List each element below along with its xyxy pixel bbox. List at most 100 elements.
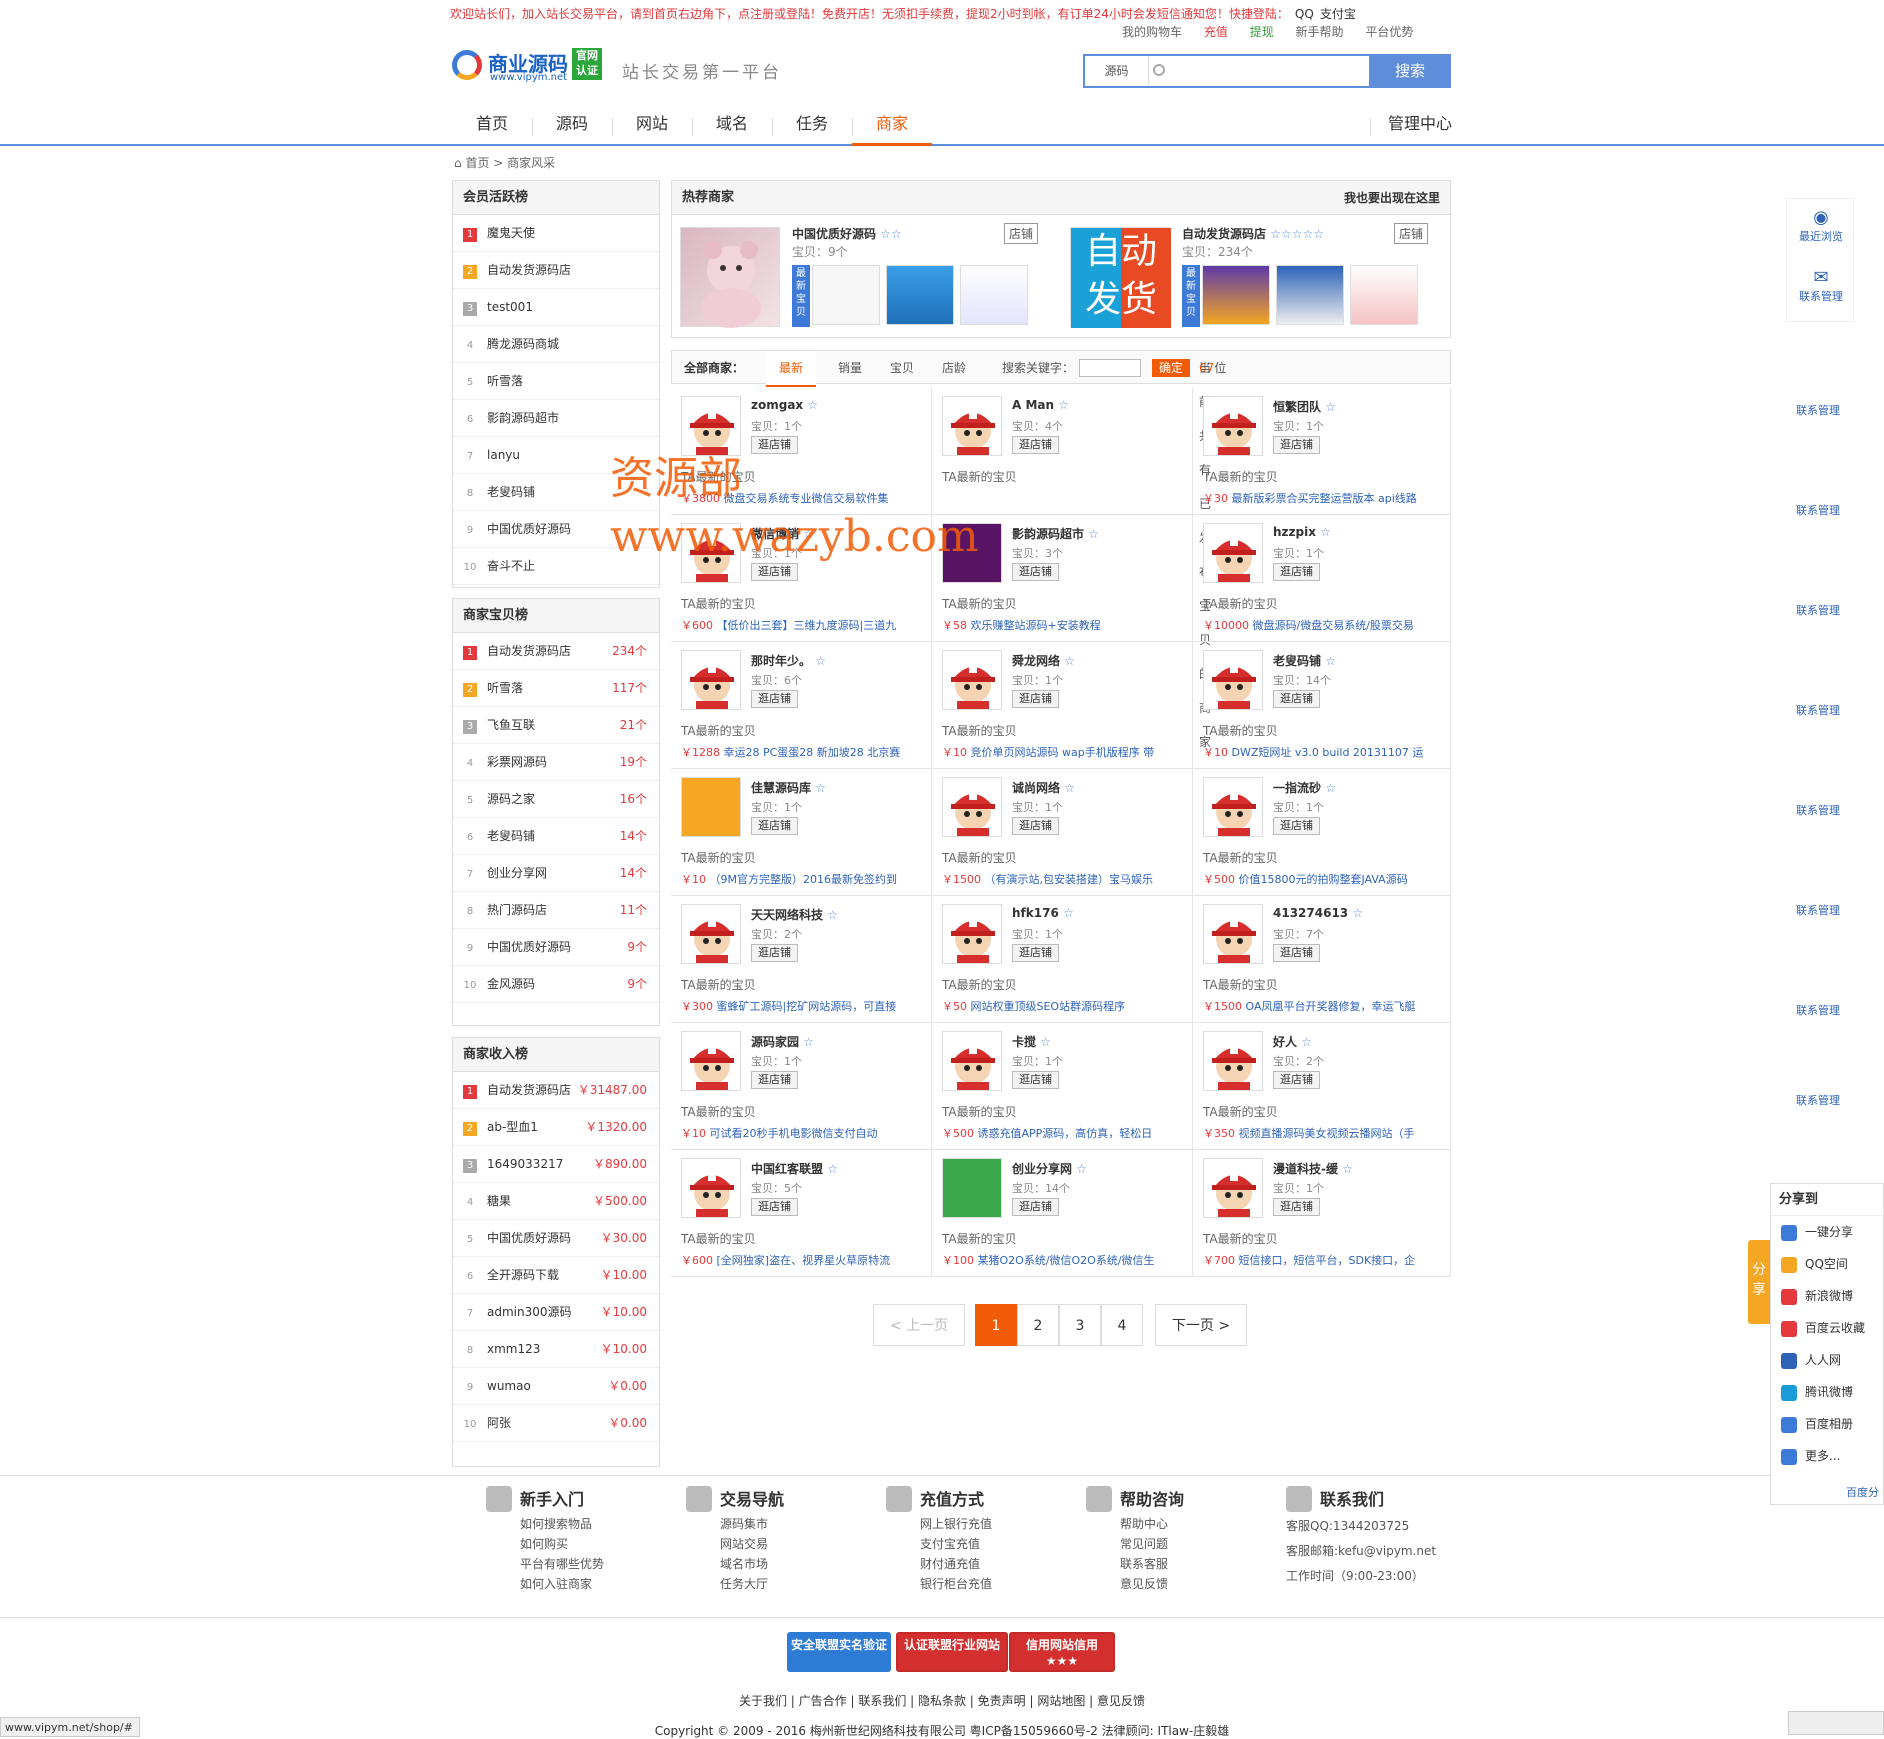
rank-name[interactable]: lanyu — [487, 448, 520, 462]
avatar[interactable] — [681, 650, 741, 710]
avatar[interactable] — [942, 904, 1002, 964]
credit-badge[interactable]: 信用网站信用★★★ — [1009, 1632, 1115, 1672]
latest-product-link[interactable]: ￥700 短信接口，短信平台，SDK接口，企 — [1203, 1252, 1448, 1268]
merchant-name[interactable]: 好人 ☆ — [1273, 1033, 1312, 1050]
avatar[interactable] — [1203, 396, 1263, 456]
visit-shop-button[interactable]: 逛店铺 — [751, 436, 798, 454]
merchant-name[interactable]: 微信博销 ☆ — [751, 525, 814, 542]
next-page-button[interactable]: 下一页 > — [1155, 1304, 1247, 1346]
merchant-name[interactable]: 源码家园 ☆ — [751, 1033, 814, 1050]
sort-age[interactable]: 店龄 — [934, 351, 974, 385]
security-badge[interactable]: 安全联盟实名验证 — [787, 1632, 891, 1672]
latest-product-link[interactable]: ￥100 某猪O2O系统/微信O2O系统/微信生 — [942, 1252, 1187, 1268]
share-item[interactable]: QQ空间 — [1771, 1248, 1883, 1280]
avatar[interactable] — [1203, 650, 1263, 710]
avatar[interactable] — [942, 396, 1002, 456]
visit-shop-button[interactable]: 逛店铺 — [1273, 1198, 1320, 1216]
merchant-name[interactable]: 创业分享网 ☆ — [1012, 1160, 1087, 1177]
visit-shop-button[interactable]: 逛店铺 — [1273, 1071, 1320, 1089]
keyword-input[interactable] — [1079, 359, 1141, 377]
contact-admin-link[interactable]: 联系管理 — [1796, 402, 1840, 418]
latest-product-link[interactable]: ￥3800 微盘交易系统专业微信交易软件集 — [681, 490, 926, 506]
sort-sales[interactable]: 销量 — [830, 351, 870, 385]
cert-alliance-badge[interactable]: 认证联盟行业网站 — [896, 1632, 1008, 1672]
nav-merchant[interactable]: 商家 — [852, 108, 932, 146]
latest-product-link[interactable]: ￥500 诱惑充值APP源码，高仿真，轻松日 — [942, 1125, 1187, 1141]
latest-product-link[interactable]: ￥1288 幸运28 PC蛋蛋28 新加坡28 北京赛 — [681, 744, 926, 760]
share-item[interactable]: 人人网 — [1771, 1344, 1883, 1376]
visit-shop-button[interactable]: 逛店铺 — [1012, 944, 1059, 962]
visit-shop-button[interactable]: 逛店铺 — [751, 817, 798, 835]
avatar[interactable] — [942, 777, 1002, 837]
visit-shop-button[interactable]: 逛店铺 — [1012, 1198, 1059, 1216]
crumb-home[interactable]: 首页 — [465, 156, 489, 170]
contact-admin-link[interactable]: 联系管理 — [1796, 602, 1840, 618]
rank-name[interactable]: 腾龙源码商城 — [487, 337, 559, 351]
footer-link[interactable]: 网上银行充值 — [886, 1514, 992, 1534]
latest-product-link[interactable]: ￥50 网站权重顶级SEO站群源码程序 — [942, 998, 1187, 1014]
avatar[interactable] — [1203, 904, 1263, 964]
rank-row[interactable]: 9 中国优质好源码 — [453, 511, 659, 548]
ime-toolbar[interactable] — [1788, 1711, 1884, 1735]
recent-view-button[interactable]: ◉ 最近浏览 — [1787, 207, 1855, 244]
rank-name[interactable]: 热门源码店 — [487, 903, 547, 917]
confirm-button[interactable]: 确定 — [1152, 359, 1190, 377]
product-thumb[interactable] — [960, 265, 1028, 325]
rank-name[interactable]: test001 — [487, 300, 533, 314]
merchant-name[interactable]: 老叟码铺 ☆ — [1273, 652, 1336, 669]
rank-row[interactable]: 3 test001 — [453, 289, 659, 326]
rank-name[interactable]: 糖果 — [487, 1194, 511, 1208]
merchant-name[interactable]: 影韵源码超市 ☆ — [1012, 525, 1099, 542]
latest-product-link[interactable]: ￥1500 OA凤凰平台开奖器修复，幸运飞艇 — [1203, 998, 1448, 1014]
page-3[interactable]: 3 — [1059, 1304, 1101, 1346]
footer-link[interactable]: 域名市场 — [686, 1554, 784, 1574]
rank-row[interactable]: 9 wumao ￥0.00 — [453, 1368, 659, 1405]
rank-name[interactable]: 飞鱼互联 — [487, 718, 535, 732]
footer-link[interactable]: 工作时间（9:00-23:00） — [1286, 1564, 1436, 1589]
avatar[interactable] — [942, 1158, 1002, 1218]
page-2[interactable]: 2 — [1017, 1304, 1059, 1346]
rank-row[interactable]: 7 admin300源码 ￥10.00 — [453, 1294, 659, 1331]
contact-admin-link[interactable]: 联系管理 — [1796, 702, 1840, 718]
rank-row[interactable]: 10 阿张 ￥0.00 — [453, 1405, 659, 1442]
rank-name[interactable]: 听雪落 — [487, 374, 523, 388]
rank-row[interactable]: 2 ab-型血1 ￥1320.00 — [453, 1109, 659, 1146]
rank-name[interactable]: 魔鬼天使 — [487, 226, 535, 240]
rank-row[interactable]: 1 自动发货源码店 234个 — [453, 633, 659, 670]
share-item[interactable]: 百度相册 — [1771, 1408, 1883, 1440]
visit-shop-button[interactable]: 逛店铺 — [1012, 817, 1059, 835]
rank-row[interactable]: 7 创业分享网 14个 — [453, 855, 659, 892]
footer-link[interactable]: 财付通充值 — [886, 1554, 992, 1574]
nav-manage[interactable]: 管理中心 — [1370, 108, 1470, 146]
baidu-share-link[interactable]: 百度分 — [1846, 1484, 1879, 1500]
shop-button[interactable]: 店铺 — [1393, 223, 1428, 244]
rank-name[interactable]: wumao — [487, 1379, 531, 1393]
search-category[interactable]: 源码 — [1085, 56, 1149, 86]
rank-row[interactable]: 6 老叟码铺 14个 — [453, 818, 659, 855]
avatar[interactable] — [942, 523, 1002, 583]
share-item[interactable]: 新浪微博 — [1771, 1280, 1883, 1312]
rank-row[interactable]: 8 老叟码铺 — [453, 474, 659, 511]
footer-link[interactable]: 客服QQ:1344203725 — [1286, 1514, 1436, 1539]
avatar[interactable] — [1203, 1158, 1263, 1218]
rank-name[interactable]: ab-型血1 — [487, 1120, 538, 1134]
merchant-name[interactable]: A Man ☆ — [1012, 398, 1069, 412]
share-item[interactable]: 百度云收藏 — [1771, 1312, 1883, 1344]
rank-name[interactable]: 自动发货源码店 — [487, 1083, 571, 1097]
merchant-name[interactable]: 那时年少。 ☆ — [751, 652, 826, 669]
footer-link[interactable]: 客服邮箱:kefu@vipym.net — [1286, 1539, 1436, 1564]
side-contact-button[interactable]: ✉ 联系管理 — [1787, 267, 1855, 304]
share-item[interactable]: 更多... — [1771, 1440, 1883, 1472]
rank-row[interactable]: 8 热门源码店 11个 — [453, 892, 659, 929]
visit-shop-button[interactable]: 逛店铺 — [1012, 1071, 1059, 1089]
product-thumb[interactable] — [1202, 265, 1270, 325]
contact-admin-link[interactable]: 联系管理 — [1796, 902, 1840, 918]
sort-products[interactable]: 宝贝 — [882, 351, 922, 385]
rank-row[interactable]: 1 自动发货源码店 ￥31487.00 — [453, 1072, 659, 1109]
rank-row[interactable]: 9 中国优质好源码 9个 — [453, 929, 659, 966]
visit-shop-button[interactable]: 逛店铺 — [1273, 563, 1320, 581]
latest-product-link[interactable]: ￥600 【低价出三套】三维九度源码|三道九 — [681, 617, 926, 633]
rank-row[interactable]: 4 糖果 ￥500.00 — [453, 1183, 659, 1220]
latest-product-link[interactable]: ￥10 可试看20秒手机电影微信支付自动 — [681, 1125, 926, 1141]
visit-shop-button[interactable]: 逛店铺 — [751, 563, 798, 581]
